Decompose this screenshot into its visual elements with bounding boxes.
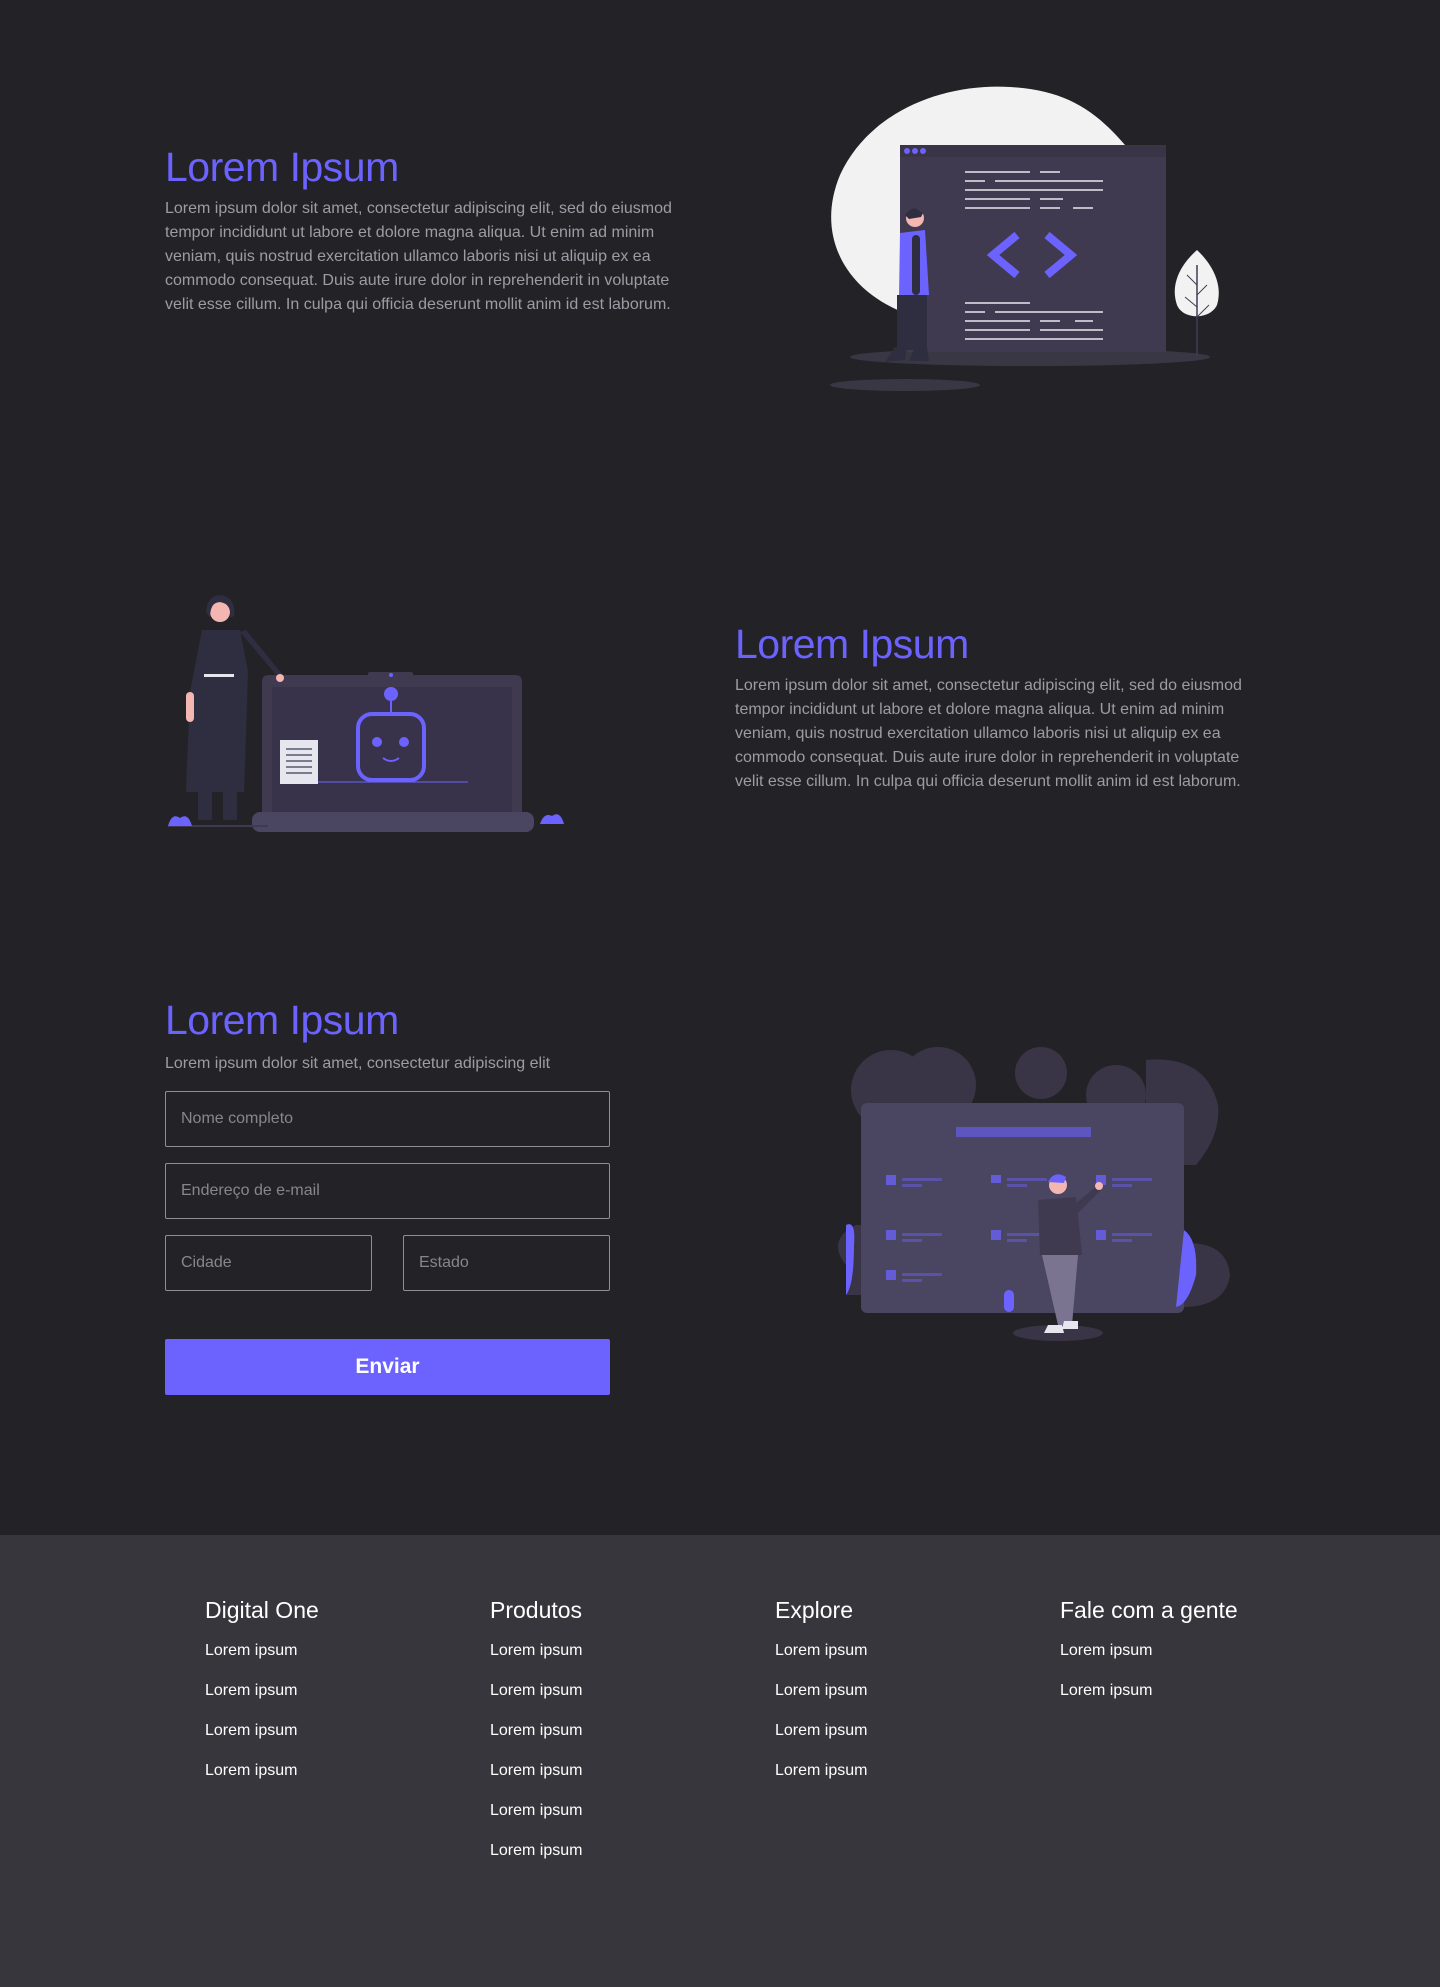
footer-column-title: Explore xyxy=(775,1597,853,1623)
footer-link-list: Lorem ipsum Lorem ipsum Lorem ipsum Lore… xyxy=(205,1639,319,1799)
footer-link[interactable]: Lorem ipsum xyxy=(490,1762,582,1779)
footer-link[interactable]: Lorem ipsum xyxy=(1060,1682,1152,1699)
footer-column-title: Fale com a gente xyxy=(1060,1597,1238,1623)
site-footer: Digital One Lorem ipsum Lorem ipsum Lore… xyxy=(0,1535,1440,1987)
feature-section-2: Lorem Ipsum Lorem ipsum dolor sit amet, … xyxy=(0,560,1440,890)
feature-section-1: Lorem Ipsum Lorem ipsum dolor sit amet, … xyxy=(0,0,1440,460)
feature-1-description: Lorem ipsum dolor sit amet, consectetur … xyxy=(165,200,672,313)
footer-link-list: Lorem ipsum Lorem ipsum Lorem ipsum Lore… xyxy=(775,1639,867,1799)
footer-link[interactable]: Lorem ipsum xyxy=(1060,1642,1152,1659)
feature-2-text-block: Lorem Ipsum Lorem ipsum dolor sit amet, … xyxy=(735,620,1265,794)
footer-column-produtos: Produtos Lorem ipsum Lorem ipsum Lorem i… xyxy=(490,1595,582,1879)
footer-column-digital-one: Digital One Lorem ipsum Lorem ipsum Lore… xyxy=(205,1595,319,1799)
contact-subtitle: Lorem ipsum dolor sit amet, consectetur … xyxy=(165,1055,551,1072)
footer-link[interactable]: Lorem ipsum xyxy=(775,1642,867,1659)
feature-1-title: Lorem Ipsum xyxy=(165,144,399,190)
woman-robot-laptop-illustration xyxy=(168,592,568,832)
person-dashboard-illustration xyxy=(826,1045,1236,1345)
full-name-field[interactable] xyxy=(165,1091,610,1147)
footer-link[interactable]: Lorem ipsum xyxy=(775,1682,867,1699)
footer-link[interactable]: Lorem ipsum xyxy=(775,1722,867,1739)
contact-title: Lorem Ipsum xyxy=(165,997,399,1043)
footer-link[interactable]: Lorem ipsum xyxy=(490,1842,582,1859)
footer-column-explore: Explore Lorem ipsum Lorem ipsum Lorem ip… xyxy=(775,1595,867,1799)
footer-link[interactable]: Lorem ipsum xyxy=(490,1802,582,1819)
developer-code-window-illustration xyxy=(825,85,1235,395)
footer-link[interactable]: Lorem ipsum xyxy=(490,1642,582,1659)
footer-column-title: Produtos xyxy=(490,1597,583,1623)
feature-2-description: Lorem ipsum dolor sit amet, consectetur … xyxy=(735,677,1242,790)
state-field[interactable] xyxy=(403,1235,610,1291)
footer-column-contact: Fale com a gente Lorem ipsum Lorem ipsum xyxy=(1060,1595,1238,1719)
email-field[interactable] xyxy=(165,1163,610,1219)
city-field[interactable] xyxy=(165,1235,372,1291)
footer-link[interactable]: Lorem ipsum xyxy=(205,1642,297,1659)
footer-link[interactable]: Lorem ipsum xyxy=(775,1762,867,1779)
footer-link[interactable]: Lorem ipsum xyxy=(205,1722,297,1739)
footer-link-list: Lorem ipsum Lorem ipsum xyxy=(1060,1639,1238,1719)
footer-link[interactable]: Lorem ipsum xyxy=(205,1762,297,1779)
footer-link[interactable]: Lorem ipsum xyxy=(490,1722,582,1739)
feature-1-text-block: Lorem Ipsum Lorem ipsum dolor sit amet, … xyxy=(165,143,695,317)
footer-link[interactable]: Lorem ipsum xyxy=(205,1682,297,1699)
footer-link-list: Lorem ipsum Lorem ipsum Lorem ipsum Lore… xyxy=(490,1639,582,1879)
feature-2-title: Lorem Ipsum xyxy=(735,621,969,667)
footer-link[interactable]: Lorem ipsum xyxy=(490,1682,582,1699)
footer-column-title: Digital One xyxy=(205,1597,319,1623)
submit-button[interactable]: Enviar xyxy=(165,1339,610,1395)
